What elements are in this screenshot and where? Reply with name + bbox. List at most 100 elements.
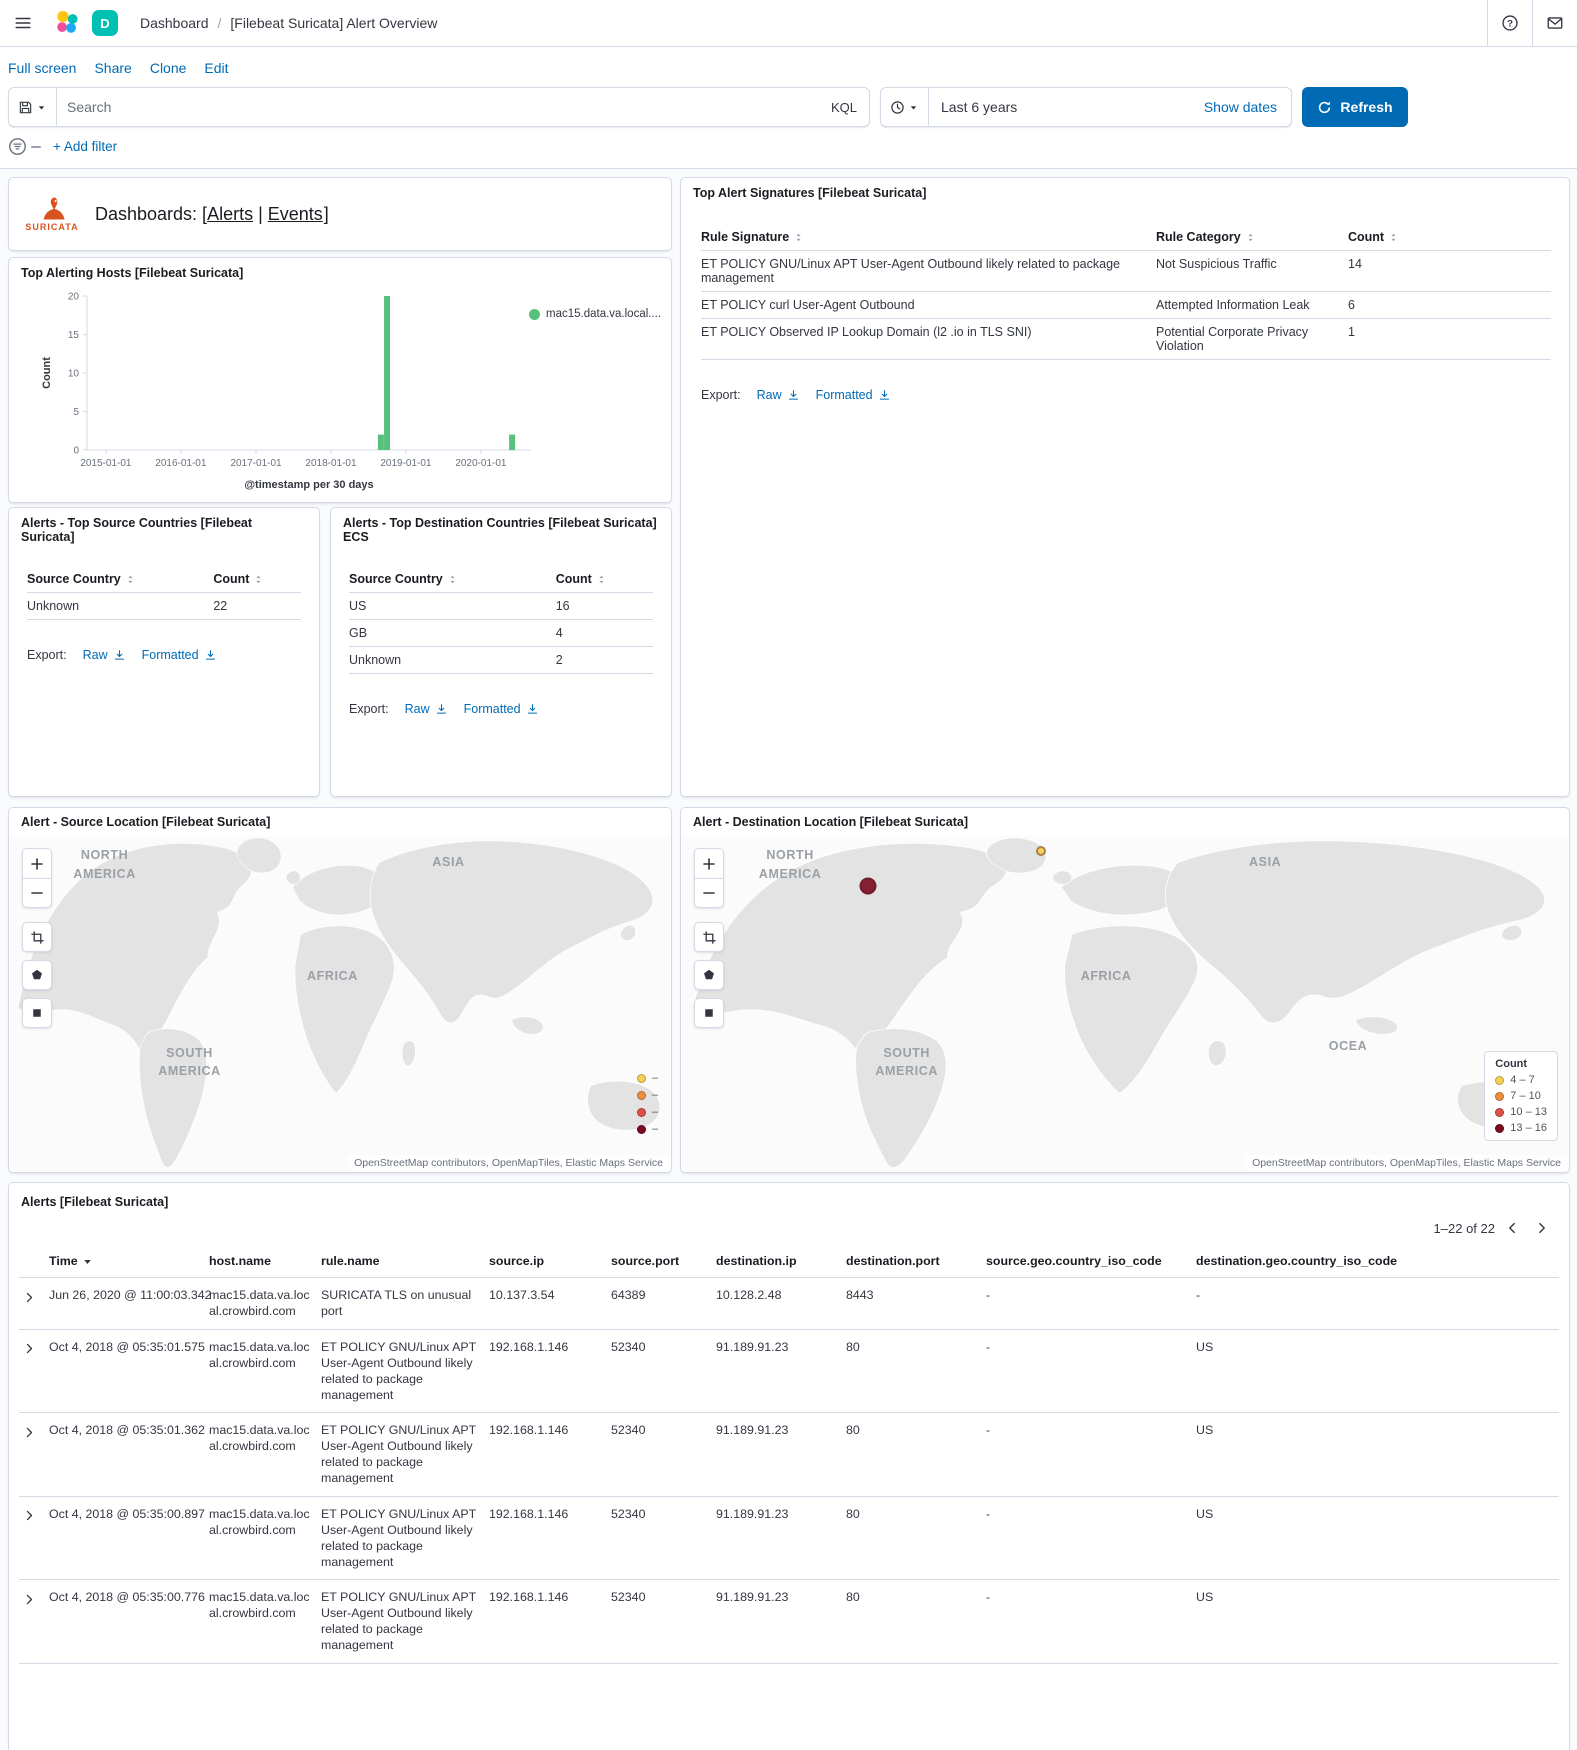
- expand-row-button[interactable]: [19, 1288, 39, 1306]
- column-header-time[interactable]: Time: [49, 1245, 209, 1278]
- fit-to-data-button[interactable]: [694, 922, 724, 952]
- cell-host-name: mac15.data.va.local.crowbird.com: [209, 1329, 321, 1413]
- column-header-rule-category[interactable]: Rule Category: [1156, 224, 1348, 251]
- show-dates-link[interactable]: Show dates: [1190, 99, 1291, 115]
- add-filter-link[interactable]: + Add filter: [53, 139, 117, 154]
- column-header-count[interactable]: Count: [1348, 224, 1551, 251]
- column-header-source-port[interactable]: source.port: [611, 1245, 716, 1278]
- svg-text:2017-01-01: 2017-01-01: [230, 458, 282, 469]
- filter-bar: + Add filter: [0, 127, 1577, 168]
- column-header-count[interactable]: Count: [556, 566, 653, 593]
- clone-link[interactable]: Clone: [150, 60, 187, 76]
- time-range-value[interactable]: Last 6 years: [929, 99, 1190, 115]
- share-link[interactable]: Share: [94, 60, 131, 76]
- expand-row-button[interactable]: [19, 1423, 39, 1441]
- zoom-in-button[interactable]: [694, 848, 724, 878]
- map-legend[interactable]: Count 4 – 7 7 – 10 10 – 13 13 – 16: [1484, 1051, 1558, 1141]
- map-marker-us[interactable]: [860, 878, 877, 895]
- polygon-icon: [30, 968, 44, 982]
- export-raw-link[interactable]: Raw: [757, 388, 800, 402]
- hosts-bar-chart[interactable]: 051015202015-01-012016-01-012017-01-0120…: [39, 284, 539, 494]
- saved-query-menu-button[interactable]: [9, 88, 57, 126]
- cell-rule-category: Not Suspicious Traffic: [1156, 251, 1348, 292]
- map-canvas[interactable]: NORTHAMERICA ASIA AFRICA SOUTHAMERICA – …: [10, 836, 670, 1171]
- download-icon: [113, 649, 126, 662]
- column-header-host-name[interactable]: host.name: [209, 1245, 321, 1278]
- time-picker: Last 6 years Show dates: [880, 87, 1292, 127]
- newsfeed-button[interactable]: [1532, 0, 1577, 46]
- column-header-destination-ip[interactable]: destination.ip: [716, 1245, 846, 1278]
- events-dashboard-link[interactable]: Events: [268, 204, 323, 224]
- refresh-button[interactable]: Refresh: [1302, 87, 1408, 127]
- export-formatted-link[interactable]: Formatted: [464, 702, 539, 716]
- cell-country: Unknown: [349, 647, 556, 674]
- draw-rectangle-button[interactable]: [22, 998, 52, 1028]
- sort-icon: [1245, 232, 1256, 243]
- table-pagination: 1–22 of 22: [9, 1209, 1569, 1241]
- full-screen-link[interactable]: Full screen: [8, 60, 76, 76]
- expand-row-button[interactable]: [19, 1340, 39, 1358]
- map-attribution: OpenStreetMap contributors, OpenMapTiles…: [1245, 1155, 1568, 1171]
- search-input[interactable]: [57, 99, 819, 115]
- kql-label[interactable]: KQL: [819, 100, 869, 115]
- column-header-destination-port[interactable]: destination.port: [846, 1245, 986, 1278]
- minus-icon: [701, 885, 717, 901]
- export-formatted-link[interactable]: Formatted: [142, 648, 217, 662]
- crop-icon: [30, 930, 45, 945]
- table-row: Unknown 2: [349, 647, 653, 674]
- expand-row-button[interactable]: [19, 1590, 39, 1608]
- alerts-table-panel: Alerts [Filebeat Suricata] 1–22 of 22 Ti…: [8, 1182, 1570, 1750]
- space-badge[interactable]: D: [92, 10, 118, 36]
- panel-title: Top Alert Signatures [Filebeat Suricata]: [681, 178, 1569, 200]
- export-raw-link[interactable]: Raw: [83, 648, 126, 662]
- download-icon: [526, 703, 539, 716]
- elastic-logo[interactable]: [54, 10, 80, 36]
- cell-host-name: mac15.data.va.local.crowbird.com: [209, 1413, 321, 1497]
- zoom-out-button[interactable]: [22, 878, 52, 908]
- cell-destination-port: 80: [846, 1413, 986, 1497]
- map-legend[interactable]: – – – –: [637, 1072, 658, 1135]
- column-header-rule-signature[interactable]: Rule Signature: [701, 224, 1156, 251]
- table-row: Oct 4, 2018 @ 05:35:01.575 mac15.data.va…: [19, 1329, 1559, 1413]
- svg-text:15: 15: [68, 330, 80, 341]
- expand-row-button[interactable]: [19, 1507, 39, 1525]
- column-header-source-ip[interactable]: source.ip: [489, 1245, 611, 1278]
- cell-rule-name: ET POLICY GNU/Linux APT User-Agent Outbo…: [321, 1329, 489, 1413]
- edit-link[interactable]: Edit: [204, 60, 228, 76]
- cell-source-geo: -: [986, 1413, 1196, 1497]
- column-header-source-country[interactable]: Source Country: [349, 566, 556, 593]
- help-button[interactable]: [1487, 0, 1532, 46]
- fit-to-data-button[interactable]: [22, 922, 52, 952]
- legend-entry: 4 – 7: [1495, 1074, 1547, 1086]
- panel-title: Alerts - Top Source Countries [Filebeat …: [9, 508, 319, 544]
- column-header-rule-name[interactable]: rule.name: [321, 1245, 489, 1278]
- export-row: Export: Raw Formatted: [349, 702, 651, 716]
- column-header-destination-geo[interactable]: destination.geo.country_iso_code: [1196, 1245, 1559, 1278]
- draw-polygon-button[interactable]: [694, 960, 724, 990]
- table-row: ET POLICY GNU/Linux APT User-Agent Outbo…: [701, 251, 1551, 292]
- time-picker-menu-button[interactable]: [881, 88, 929, 126]
- zoom-out-button[interactable]: [694, 878, 724, 908]
- zoom-in-button[interactable]: [22, 848, 52, 878]
- draw-polygon-button[interactable]: [22, 960, 52, 990]
- clock-icon: [890, 100, 905, 115]
- breadcrumb-dashboard[interactable]: Dashboard: [140, 15, 209, 31]
- map-marker-gb[interactable]: [1036, 846, 1046, 856]
- square-icon: [31, 1007, 43, 1019]
- previous-page-button[interactable]: [1499, 1215, 1525, 1241]
- cell-source-geo: -: [986, 1580, 1196, 1664]
- column-header-source-geo[interactable]: source.geo.country_iso_code: [986, 1245, 1196, 1278]
- draw-rectangle-button[interactable]: [694, 998, 724, 1028]
- export-raw-link[interactable]: Raw: [405, 702, 448, 716]
- breadcrumb: Dashboard / [Filebeat Suricata] Alert Ov…: [140, 15, 437, 31]
- next-page-button[interactable]: [1529, 1215, 1555, 1241]
- export-formatted-link[interactable]: Formatted: [816, 388, 891, 402]
- menu-button[interactable]: [0, 0, 46, 47]
- alerts-dashboard-link[interactable]: Alerts: [207, 204, 253, 224]
- chart-legend-item[interactable]: mac15.data.va.local....: [529, 308, 672, 320]
- column-header-count[interactable]: Count: [213, 566, 301, 593]
- cell-destination-geo: US: [1196, 1329, 1559, 1413]
- column-header-source-country[interactable]: Source Country: [27, 566, 213, 593]
- map-canvas[interactable]: NORTHAMERICA ASIA AFRICA SOUTHAMERICA OC…: [682, 836, 1568, 1171]
- filter-options-button[interactable]: [8, 137, 41, 156]
